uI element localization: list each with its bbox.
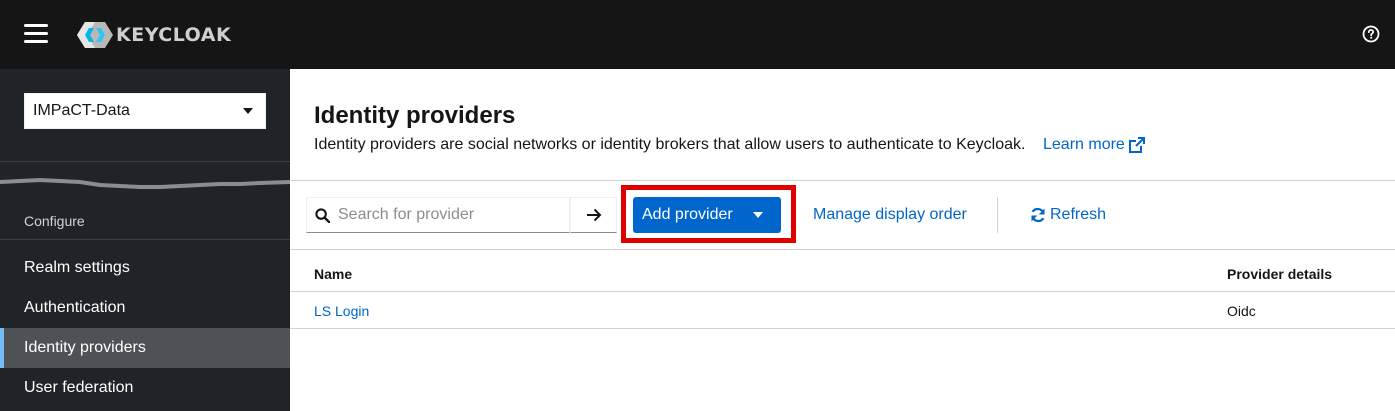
toolbar-separator: [997, 197, 998, 233]
keycloak-logo-icon: [77, 22, 113, 48]
column-header-name[interactable]: Name: [314, 266, 352, 282]
realm-name: IMPaCT-Data: [33, 102, 130, 119]
realm-selector[interactable]: IMPaCT-Data: [24, 93, 266, 129]
refresh-label: Refresh: [1050, 206, 1107, 223]
masthead: KEYCLOAK: [0, 0, 1395, 69]
search-icon: [315, 207, 330, 223]
toolbar-divider: [290, 249, 1395, 250]
chevron-down-icon: [243, 108, 253, 114]
redacted-scribble: [0, 177, 290, 189]
table-header-divider: [290, 291, 1395, 292]
refresh-icon: [1031, 207, 1045, 223]
sidebar-item-realm-settings[interactable]: Realm settings: [0, 248, 290, 288]
hamburger-icon[interactable]: [24, 24, 48, 44]
search-submit-button[interactable]: [570, 197, 617, 233]
sidebar-divider: [0, 161, 290, 162]
caret-down-icon: [753, 212, 763, 218]
learn-more-link[interactable]: Learn more: [1043, 136, 1145, 154]
header-divider: [290, 180, 1395, 181]
provider-details-cell: Oidc: [1227, 303, 1256, 319]
help-icon[interactable]: [1362, 25, 1380, 43]
logo-text: KEYCLOAK: [116, 24, 232, 46]
add-provider-button[interactable]: Add provider: [633, 197, 781, 233]
main-content: Identity providers Identity providers ar…: [290, 69, 1395, 411]
external-link-icon: [1128, 137, 1145, 153]
provider-link[interactable]: LS Login: [314, 303, 369, 319]
sidebar-item-authentication[interactable]: Authentication: [0, 288, 290, 328]
learn-more-label: Learn more: [1043, 136, 1125, 153]
manage-display-order-button[interactable]: Manage display order: [813, 206, 967, 224]
keycloak-logo[interactable]: KEYCLOAK: [76, 20, 231, 50]
search-box: [306, 197, 570, 233]
page-title: Identity providers: [314, 102, 516, 129]
page-description: Identity providers are social networks o…: [314, 136, 1026, 153]
sidebar-item-identity-providers[interactable]: Identity providers: [0, 328, 290, 368]
search-input[interactable]: [338, 206, 558, 224]
sidebar-divider: [0, 239, 290, 240]
column-header-provider-details[interactable]: Provider details: [1227, 266, 1332, 282]
add-provider-label: Add provider: [642, 206, 733, 223]
sidebar-item-user-federation[interactable]: User federation: [0, 368, 290, 408]
table-row-divider: [290, 328, 1395, 329]
nav-section-configure: Configure: [24, 213, 85, 229]
sidebar: IMPaCT-Data Configure Realm settings Aut…: [0, 69, 290, 411]
arrow-right-icon: [586, 208, 601, 222]
refresh-button[interactable]: Refresh: [1030, 206, 1106, 224]
